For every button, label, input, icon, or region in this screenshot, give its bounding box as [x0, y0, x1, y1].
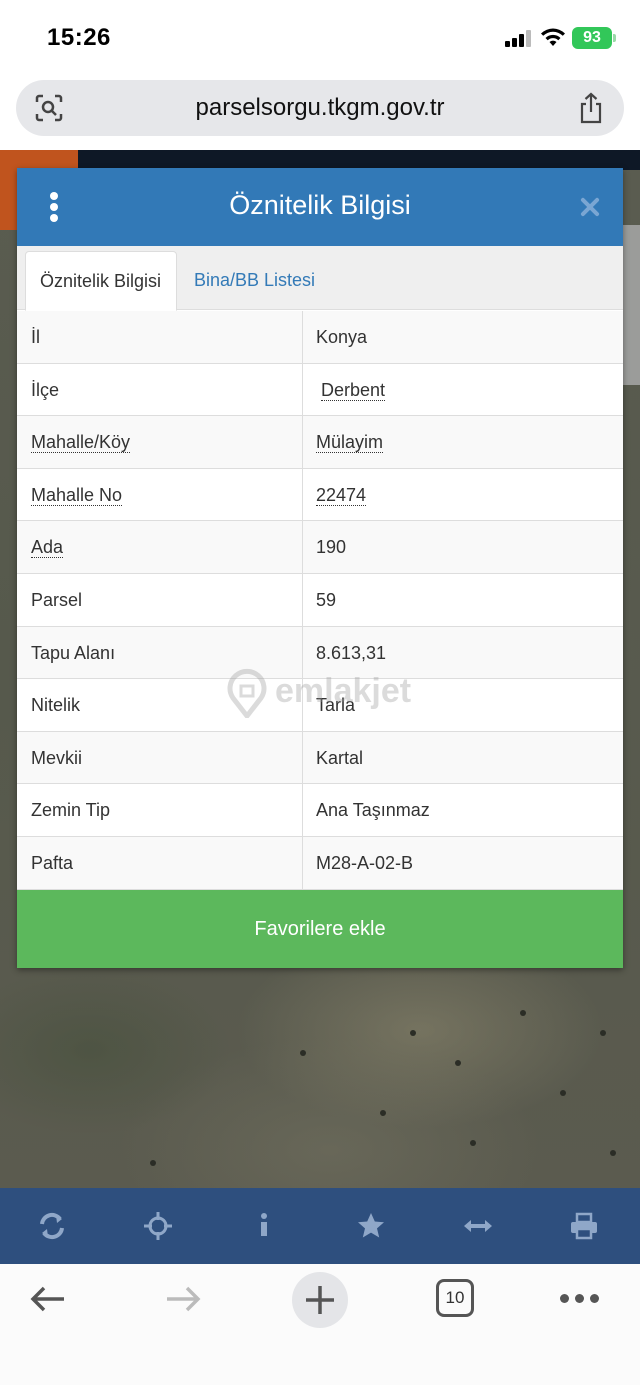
row-key: Zemin Tip [17, 784, 303, 836]
row-value-link[interactable]: 22474 [316, 485, 367, 506]
row-value: Ana Taşınmaz [316, 800, 430, 821]
table-row: Mevkii Kartal [17, 731, 623, 785]
tab-attribute-info[interactable]: Öznitelik Bilgisi [25, 251, 177, 311]
status-time: 15:26 [47, 24, 111, 51]
battery-nub [613, 34, 616, 42]
table-row: Parsel 59 [17, 573, 623, 627]
tab-building-list[interactable]: Bina/BB Listesi [180, 251, 329, 311]
refresh-icon[interactable] [36, 1210, 68, 1242]
map-overlay-dark [78, 150, 640, 170]
measure-icon[interactable] [462, 1210, 494, 1242]
panel-title: Öznitelik Bilgisi [229, 190, 411, 220]
attribute-panel: Öznitelik Bilgisi Öznitelik Bilgisi Bina… [17, 168, 623, 968]
row-key: Mevkii [17, 731, 303, 784]
url-text[interactable]: parselsorgu.tkgm.gov.tr [16, 94, 624, 122]
back-arrow-icon[interactable] [28, 1284, 68, 1314]
forward-arrow-icon[interactable] [163, 1284, 203, 1314]
row-value[interactable]: 22474 [303, 469, 623, 521]
row-key: İlçe [17, 363, 303, 416]
row-key: Pafta [17, 836, 303, 889]
tab-switcher-button[interactable]: 10 [436, 1279, 474, 1317]
more-options-icon[interactable] [560, 1294, 600, 1304]
print-icon[interactable] [568, 1210, 600, 1242]
row-value: Konya [316, 327, 368, 347]
attribute-table: İl Konya İlçe Derbent Mahalle/Köy Mülayi… [17, 311, 623, 890]
row-key: Parsel [17, 573, 303, 626]
row-value[interactable]: Mülayim [303, 416, 623, 468]
table-row: Mahalle/Köy Mülayim [17, 416, 623, 469]
table-row: Mahalle No 22474 [17, 468, 623, 522]
status-bar: 15:26 93 [0, 0, 640, 76]
row-value: 190 [316, 537, 347, 558]
plus-icon [306, 1286, 334, 1314]
new-tab-button[interactable] [292, 1272, 348, 1328]
share-icon[interactable] [578, 92, 604, 124]
table-row: İl Konya [17, 311, 623, 364]
row-value-link[interactable]: Mülayim [316, 432, 384, 454]
battery-icon: 93 [572, 27, 612, 49]
close-icon[interactable] [579, 196, 601, 218]
location-pin-icon [227, 668, 267, 718]
row-key: Ada [17, 521, 303, 573]
row-key-abbr: Mahalle No [31, 484, 123, 506]
address-bar[interactable]: parselsorgu.tkgm.gov.tr [16, 80, 624, 136]
row-value: Kartal [316, 747, 364, 768]
table-row: Pafta M28-A-02-B [17, 836, 623, 890]
star-icon[interactable] [355, 1210, 387, 1242]
row-key: Mahalle No [17, 468, 303, 521]
cellular-signal-icon [505, 30, 535, 47]
row-key: Mahalle/Köy [17, 416, 303, 468]
row-value: M28-A-02-B [316, 852, 414, 873]
info-icon[interactable] [248, 1210, 280, 1242]
watermark-text: emlakjet [275, 672, 412, 710]
tab-bar: Öznitelik Bilgisi Bina/BB Listesi [17, 246, 623, 311]
table-row: Zemin Tip Ana Taşınmaz [17, 784, 623, 837]
browser-bottom-bar: 10 [0, 1264, 640, 1385]
crosshair-icon[interactable] [142, 1210, 174, 1242]
wifi-icon [541, 28, 565, 46]
row-key-abbr: Mahalle/Köy [31, 432, 131, 454]
table-row: İlçe Derbent [17, 363, 623, 417]
row-value: 59 [316, 589, 337, 610]
table-row: Ada 190 [17, 521, 623, 574]
row-key: İl [17, 311, 303, 363]
row-value-link[interactable]: Derbent [321, 380, 386, 401]
map-toolbar [0, 1188, 640, 1264]
row-key-abbr: Ada [31, 537, 64, 559]
add-to-favorites-button[interactable]: Favorilere ekle [17, 890, 623, 968]
map-overlay-gray [622, 225, 640, 385]
panel-header: Öznitelik Bilgisi [17, 168, 623, 246]
row-value[interactable]: Derbent [303, 364, 623, 416]
watermark: emlakjet [225, 668, 425, 718]
